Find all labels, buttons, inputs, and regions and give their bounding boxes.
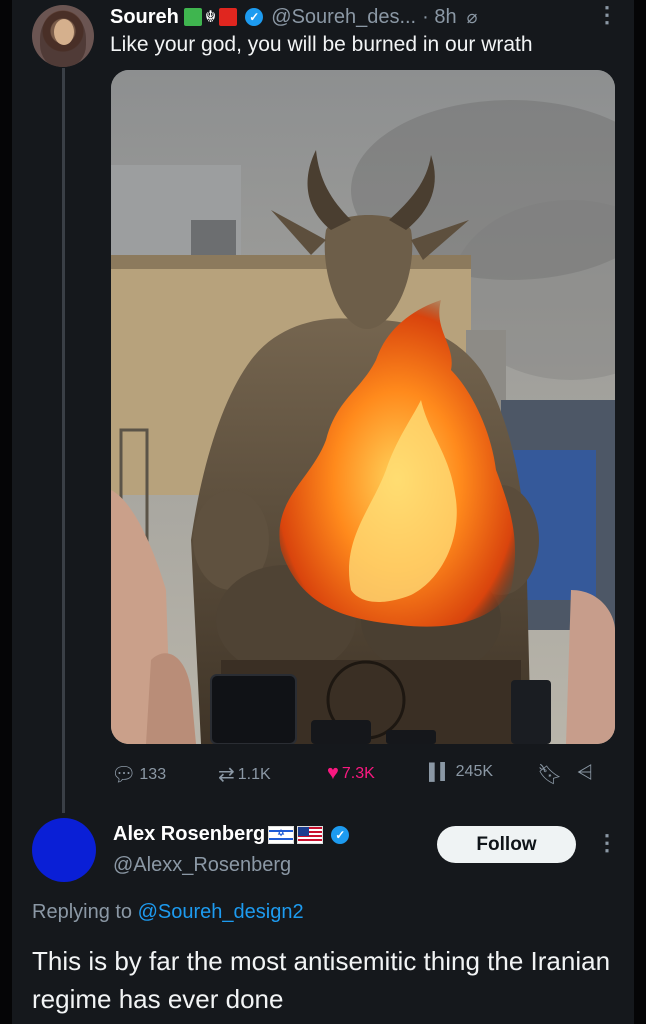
heart-icon: ♥ xyxy=(327,762,339,784)
verified-badge-icon: ✓ xyxy=(331,825,350,844)
like-count: 7.3K xyxy=(341,764,375,782)
thread-line xyxy=(62,68,65,813)
reply-icon: 💬︎ xyxy=(111,764,137,786)
tweet-image[interactable] xyxy=(111,70,615,744)
bookmark-button[interactable]: 🔖︎ xyxy=(537,762,565,787)
red-square-icon xyxy=(219,8,238,26)
emblem-icon: ☬ xyxy=(204,9,217,26)
repost-button[interactable]: ⇄ 1.1K xyxy=(218,762,271,787)
repost-count: 1.1K xyxy=(237,765,271,783)
author-handle[interactable]: @Soureh_des... xyxy=(271,6,416,29)
views-button[interactable]: ▌▍ 245K xyxy=(429,762,493,782)
tweet-actions: 💬︎ 133 ⇄ 1.1K ♥ 7.3K ▌▍ 245K 🔖︎ ⩤ xyxy=(111,762,621,786)
avatar[interactable] xyxy=(32,5,94,67)
views-count: 245K xyxy=(455,763,494,780)
tweet-text: This is by far the most antisemitic thin… xyxy=(32,946,611,1014)
avatar[interactable] xyxy=(32,818,96,882)
follow-button[interactable]: Follow xyxy=(437,826,576,863)
replying-to: Replying to @Soureh_design2 xyxy=(32,901,304,924)
author-name[interactable]: Alex Rosenberg xyxy=(113,823,265,846)
grok-icon[interactable]: ⌀ xyxy=(467,7,478,28)
repost-icon: ⇄ xyxy=(218,764,235,786)
author-name[interactable]: Soureh xyxy=(110,6,179,29)
left-edge xyxy=(0,0,12,1024)
timestamp[interactable]: · 8h xyxy=(422,6,456,29)
burning-statue-photo xyxy=(111,70,615,744)
analytics-icon: ▌▍ xyxy=(429,764,453,781)
like-button[interactable]: ♥ 7.3K xyxy=(327,762,375,785)
reply-count: 133 xyxy=(139,765,167,783)
reply-button[interactable]: 💬︎ 133 xyxy=(111,762,166,787)
author-handle[interactable]: @Alexx_Rosenberg xyxy=(113,854,291,877)
bookmark-icon: 🔖︎ xyxy=(537,764,563,786)
us-flag-icon xyxy=(297,825,324,844)
tweet-header: Soureh ☬ ✓ @Soureh_des... · 8h ⌀ xyxy=(110,4,477,30)
tweet-text: Like your god, you will be burned in our… xyxy=(110,33,533,56)
green-square-icon xyxy=(183,8,202,26)
replying-prefix: Replying to xyxy=(32,901,133,923)
verified-badge-icon: ✓ xyxy=(245,8,264,26)
share-button[interactable]: ⩤ xyxy=(577,762,596,785)
author-name-row: Alex Rosenberg ✓ xyxy=(113,823,350,846)
right-edge xyxy=(634,0,646,1024)
more-options-icon[interactable]: ⋮ xyxy=(596,830,618,856)
share-icon: ⩤ xyxy=(577,762,593,784)
mention-link[interactable]: @Soureh_design2 xyxy=(138,901,304,923)
more-options-icon[interactable]: ⋮ xyxy=(596,2,618,28)
israel-flag-icon xyxy=(268,825,295,844)
